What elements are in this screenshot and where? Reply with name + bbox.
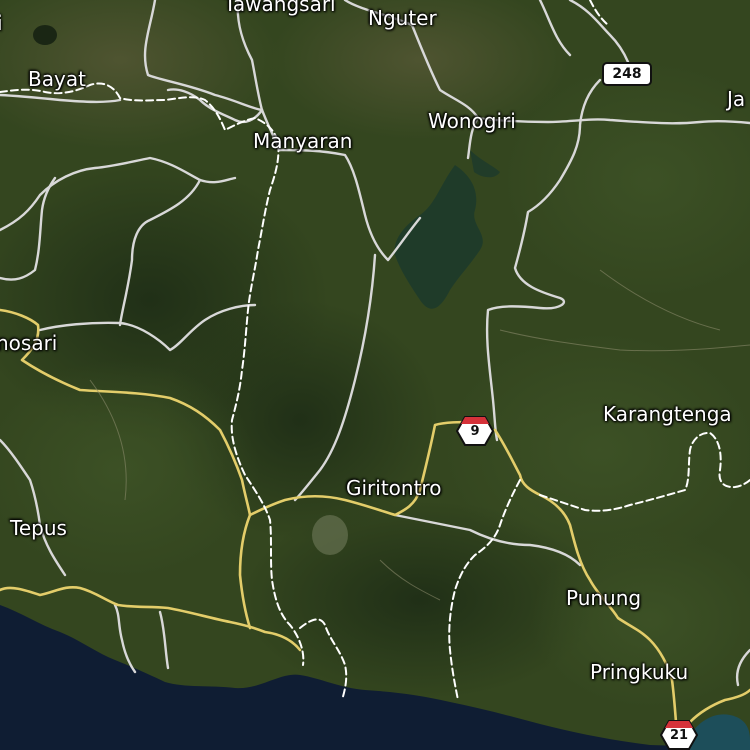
place-label-jatisrono[interactable]: Ja <box>727 89 745 109</box>
place-label-tawangsari[interactable]: Tawangsari <box>224 0 336 14</box>
place-label-manyaran[interactable]: Manyaran <box>253 131 352 151</box>
place-label-bayat[interactable]: Bayat <box>28 69 86 89</box>
route-shield-21[interactable]: 21 <box>660 720 698 750</box>
place-label-punung[interactable]: Punung <box>566 588 641 608</box>
route-shield-248[interactable]: 248 <box>602 62 652 86</box>
place-label-wonogiri[interactable]: Wonogiri <box>428 111 516 131</box>
place-label-partial[interactable]: i <box>0 13 3 33</box>
route-shield-21-number: 21 <box>669 728 689 743</box>
map-canvas[interactable] <box>0 0 750 750</box>
place-label-karangtengah[interactable]: Karangtenga <box>603 404 732 424</box>
route-shield-9-number: 9 <box>470 424 480 439</box>
place-label-tepus[interactable]: Tepus <box>10 518 67 538</box>
place-label-pringkuku[interactable]: Pringkuku <box>590 662 688 682</box>
place-label-nguter[interactable]: Nguter <box>368 8 437 28</box>
satellite-map[interactable]: i Tawangsari Nguter Bayat Ja Wonogiri Ma… <box>0 0 750 750</box>
place-label-wonosari[interactable]: nosari <box>0 333 57 353</box>
place-label-giritontro[interactable]: Giritontro <box>346 478 441 498</box>
route-shield-9[interactable]: 9 <box>456 416 494 446</box>
